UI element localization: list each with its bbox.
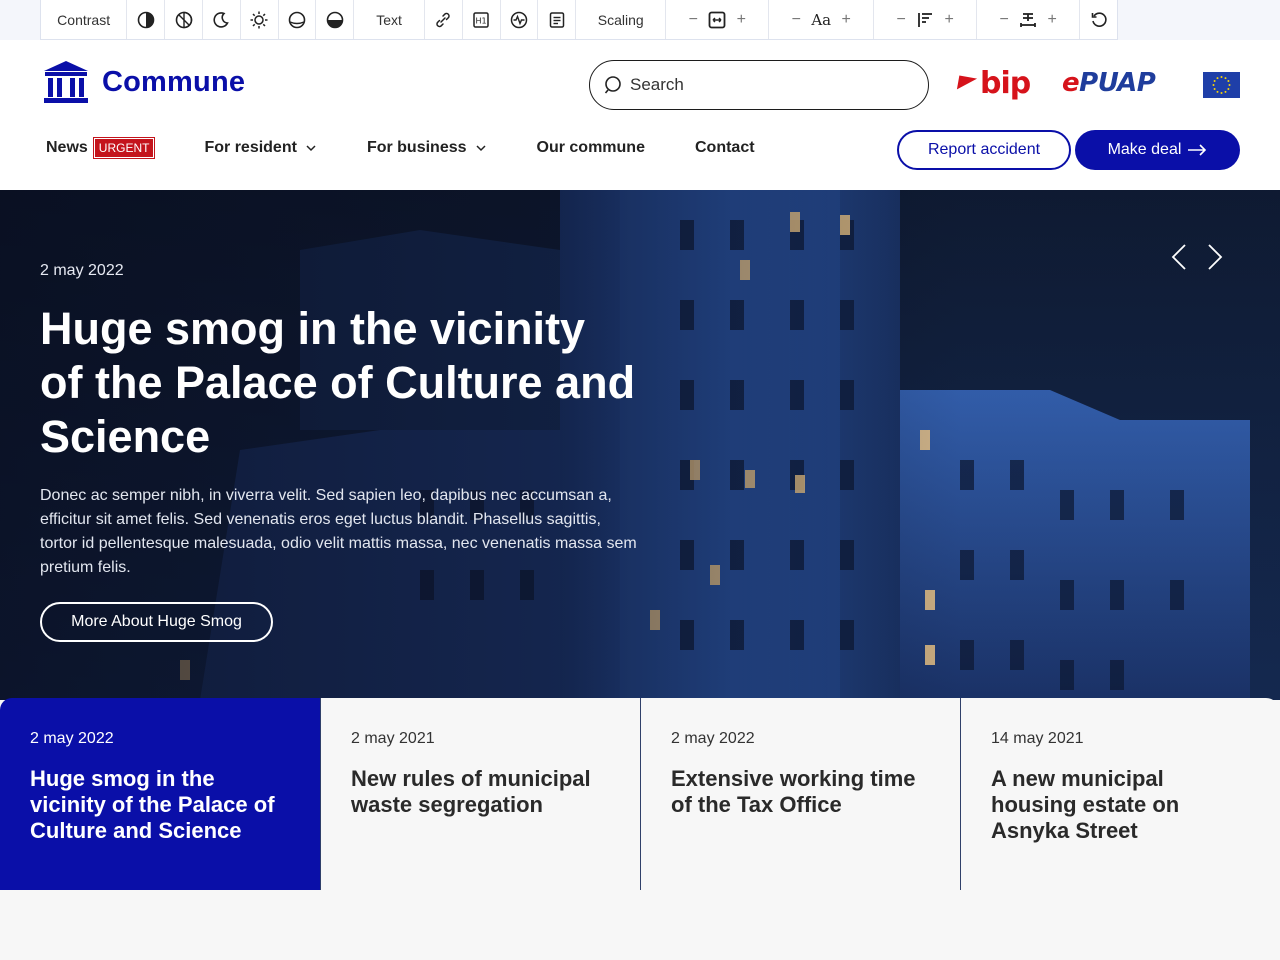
urgent-badge: URGENT	[92, 137, 156, 159]
nav-item-for-resident[interactable]: For resident	[204, 139, 316, 157]
line-height-minus-button[interactable]: −	[894, 11, 908, 29]
search-icon	[604, 76, 621, 94]
contrast-label: Contrast	[41, 0, 128, 39]
slider-prev-icon[interactable]	[1167, 242, 1191, 272]
news-card[interactable]: 2 may 2022 Huge smog in the vicinity of …	[0, 698, 320, 890]
headings-icon[interactable]: H1	[463, 0, 501, 39]
highlight-links-icon[interactable]	[425, 0, 463, 39]
news-card[interactable]: 2 may 2021 New rules of municipal waste …	[320, 698, 640, 890]
more-about-label: More About Huge Smog	[71, 613, 242, 630]
contrast-low-icon[interactable]	[279, 0, 317, 39]
font-size-icon: Aa	[811, 10, 832, 29]
line-height-plus-button[interactable]: +	[942, 11, 956, 29]
nav-for-resident-label: For resident	[204, 139, 297, 156]
hero-date: 2 may 2022	[40, 262, 124, 279]
bip-logo[interactable]: bip	[956, 66, 1031, 101]
accessibility-toolbar: Contrast Text H1 Scaling − + − Aa + − + …	[0, 0, 1280, 40]
text-label: Text	[354, 0, 425, 39]
logo-text: Commune	[102, 65, 246, 98]
nav-item-news[interactable]: News URGENT	[46, 137, 156, 159]
font-size-plus-button[interactable]: +	[839, 11, 853, 29]
hero-description: Donec ac semper nibh, in viverra velit. …	[40, 487, 637, 576]
contrast-half-icon[interactable]	[127, 0, 166, 39]
news-card-title: New rules of municipal waste segregation	[351, 766, 591, 817]
chevron-down-icon	[306, 145, 316, 152]
news-card-title: A new municipal housing estate on Asnyka…	[991, 766, 1180, 843]
nav-contact-label: Contact	[694, 139, 755, 156]
make-deal-label: Make deal	[1107, 141, 1182, 158]
scaling-label: Scaling	[576, 0, 667, 39]
news-card-date: 2 may 2021	[351, 730, 435, 747]
reset-icon[interactable]	[1080, 0, 1117, 39]
news-card-title: Extensive working time of the Tax Office	[671, 766, 916, 817]
contrast-high-icon[interactable]	[316, 0, 355, 39]
news-card-date: 2 may 2022	[30, 730, 114, 747]
news-card-date: 14 may 2021	[991, 730, 1084, 747]
font-size-stepper: − Aa +	[769, 0, 875, 39]
hero-title: Huge smog in the vicinity of the Palace …	[40, 303, 636, 462]
zoom-stepper: − +	[666, 0, 770, 39]
eu-flag-icon[interactable]	[1203, 72, 1240, 98]
dark-mode-moon-icon[interactable]	[203, 0, 241, 39]
chevron-down-icon	[475, 145, 486, 152]
contrast-invert-icon[interactable]	[165, 0, 203, 39]
news-card-date: 2 may 2022	[671, 730, 755, 747]
report-accident-button[interactable]: Report accident	[897, 130, 1071, 170]
font-size-minus-button[interactable]: −	[789, 11, 803, 29]
epuap-e: e	[1062, 68, 1080, 98]
main-nav: News URGENT For resident For business Ou…	[46, 137, 755, 159]
nav-item-our-commune[interactable]: Our commune	[537, 139, 645, 157]
epuap-logo[interactable]: ePUAP	[1062, 68, 1156, 98]
report-accident-label: Report accident	[927, 141, 1041, 158]
arrow-right-icon	[1188, 144, 1207, 156]
zoom-plus-button[interactable]: +	[734, 11, 748, 29]
make-deal-button[interactable]: Make deal	[1075, 130, 1240, 170]
line-height-stepper: − +	[874, 0, 978, 39]
site-header: Commune bip ePUAP News URGENT For reside…	[0, 40, 1280, 190]
nav-for-business-label: For business	[366, 139, 467, 156]
letter-spacing-stepper: − +	[977, 0, 1081, 39]
more-about-button[interactable]: More About Huge Smog	[40, 602, 273, 642]
line-height-icon	[916, 11, 934, 29]
hero-slider: 2 may 2022 Huge smog in the vicinity of …	[0, 190, 1280, 700]
bip-text: bip	[980, 66, 1031, 101]
commune-logo[interactable]: Commune	[42, 60, 245, 104]
zoom-scale-icon	[708, 11, 726, 29]
slider-next-icon[interactable]	[1203, 242, 1227, 272]
news-card[interactable]: 2 may 2022 Extensive working time of the…	[640, 698, 960, 890]
svg-text:H1: H1	[476, 16, 487, 25]
accessibility-bar: Contrast Text H1 Scaling − + − Aa + − + …	[40, 0, 1118, 40]
search-input[interactable]	[630, 75, 910, 95]
zoom-minus-button[interactable]: −	[686, 11, 700, 29]
news-card[interactable]: 14 may 2021 A new municipal housing esta…	[960, 698, 1280, 890]
nav-news-label: News	[46, 139, 88, 156]
news-card-title: Huge smog in the vicinity of the Palace …	[30, 766, 275, 843]
letter-spacing-minus-button[interactable]: −	[997, 11, 1011, 29]
letter-spacing-icon	[1019, 11, 1037, 29]
news-list: 2 may 2022 Huge smog in the vicinity of …	[0, 698, 1280, 890]
nav-item-for-business[interactable]: For business	[367, 139, 487, 157]
reading-guide-icon[interactable]	[538, 0, 577, 39]
institution-building-icon	[44, 61, 88, 103]
epuap-text: PUAP	[1079, 68, 1156, 98]
letter-spacing-plus-button[interactable]: +	[1045, 11, 1059, 29]
search-box	[589, 60, 929, 110]
light-mode-sun-icon[interactable]	[241, 0, 279, 39]
bip-mark-icon	[956, 75, 978, 92]
nav-item-contact[interactable]: Contact	[695, 139, 755, 157]
stop-animations-icon[interactable]	[501, 0, 539, 39]
nav-our-commune-label: Our commune	[536, 139, 645, 156]
